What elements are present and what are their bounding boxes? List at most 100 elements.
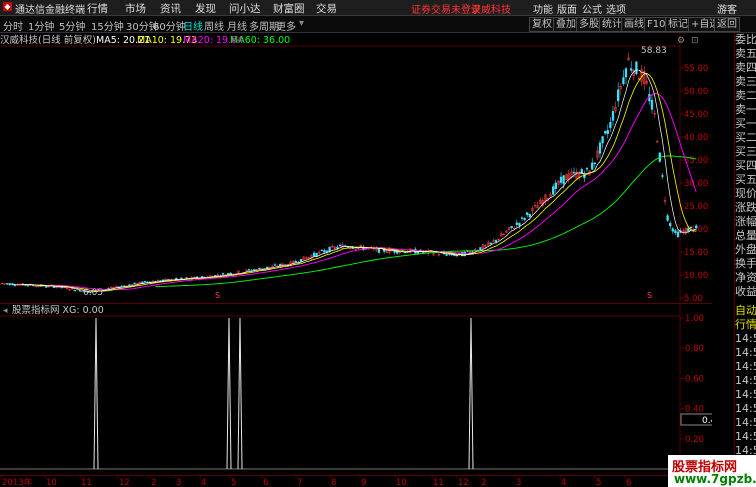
candle-down [622, 77, 625, 85]
quote-panel: 委比 卖五 卖四 卖三 卖二 卖一 买一 买二 买三 买四 买五 现价 涨跌 涨幅 总量 外盘 换手 净资 收益 自… [734, 33, 756, 475]
tick-time: 14:50 [735, 374, 756, 387]
time-tick-label: 12 [458, 478, 469, 487]
candle-down [489, 242, 492, 244]
quote-label: 换手 [735, 257, 756, 270]
candle-down [273, 264, 277, 266]
time-tick-label: 11 [81, 478, 92, 487]
tick-time: 14:50 [735, 430, 756, 443]
price-tick-label: 15.00 [684, 248, 708, 258]
tick-time: 14:50 [735, 346, 756, 359]
tick-time: 14:50 [735, 360, 756, 373]
candle-down [312, 252, 316, 257]
candle-down [604, 131, 607, 134]
indicator-chart[interactable]: ◂ 股票指标网 XG: 0.00 1.00 0.80 0.60 0.40 0.20 0.… [0, 303, 712, 475]
candle-down [606, 130, 609, 134]
quote-label: 买四 [735, 159, 756, 172]
time-tick-label: 5 [231, 478, 236, 487]
candle-down [510, 226, 513, 229]
tick-time: 14:50 [735, 402, 756, 415]
quote-label: 卖五 [735, 47, 756, 60]
time-tick-label: 12 [119, 478, 130, 487]
menu-zixun[interactable]: 资讯 [160, 1, 181, 16]
quote-label: 收益 [735, 285, 756, 298]
expand-icon[interactable]: ⊡ [691, 36, 699, 46]
high-price-label: 58.83 [641, 46, 667, 56]
watermark-logo: 股票指标网 www.7gpzb.com [668, 455, 756, 487]
period-5min[interactable]: 5分钟 [59, 18, 85, 33]
quote-label: 卖二 [735, 89, 756, 102]
btn-fanhui[interactable]: 返回 [714, 17, 740, 32]
quote-labels: 委比 卖五 卖四 卖三 卖二 卖一 买一 买二 买三 买四 买五 现价 涨跌 涨幅 总量 外盘 换手 净资 收益 [735, 33, 756, 299]
time-axis: 2013年 10 11 12 2 3 4 5 6 7 8 9 10 11 12 2 3 4 5 6 [0, 475, 712, 487]
candle-down [227, 273, 230, 275]
candle-down [526, 212, 529, 215]
menu-xuanxiang[interactable]: 选项 [606, 1, 626, 16]
indicator-toggle-icon[interactable]: ◂ [3, 306, 8, 316]
period-1min[interactable]: 1分钟 [28, 18, 54, 33]
menu-banmian[interactable]: 版面 [557, 1, 577, 16]
tick-header[interactable]: 行情 [735, 318, 756, 332]
menu-shichang[interactable]: 市场 [125, 1, 146, 16]
tick-time: 14:50 [735, 332, 756, 345]
candle-down [554, 182, 557, 189]
candle-down [494, 239, 498, 242]
btn-fuquan[interactable]: 复权 [529, 17, 555, 32]
indicator-tick-label: 0.40 [685, 405, 704, 415]
period-60min[interactable]: 60分钟 [153, 18, 186, 33]
indicator-tick-label: 0.20 [685, 435, 704, 445]
candle-down [52, 286, 56, 288]
period-multi[interactable]: 多周期 [249, 18, 279, 33]
candle-down [180, 277, 183, 280]
tick-header[interactable]: 自动 [735, 304, 756, 318]
menu-gongneng[interactable]: 功能 [533, 1, 553, 16]
period-more-chevron-icon[interactable]: ▾ [299, 18, 304, 29]
price-tick-label: 10.00 [684, 271, 708, 281]
candle-down [294, 261, 297, 263]
tick-list: 自动行情14:5014:5014:5014:5014:5014:5014:501… [735, 304, 756, 458]
indicator-tick-label: 0.60 [685, 374, 704, 384]
time-tick-label: 3 [516, 478, 521, 487]
candle-down [128, 284, 131, 287]
menu-gongshi[interactable]: 公式 [582, 1, 602, 16]
price-tick-label: 40.00 [684, 133, 708, 143]
menu-wenxiaoda[interactable]: 问小达 [229, 1, 261, 16]
candle-down [133, 282, 136, 285]
menu-jiaoyi[interactable]: 交易 [316, 1, 337, 16]
candle-down [8, 283, 11, 286]
period-daily[interactable]: 日线 [183, 18, 203, 33]
menu-hangqing[interactable]: 行情 [87, 1, 108, 16]
quote-label: 外盘 [735, 243, 756, 256]
candle-down [591, 162, 594, 170]
time-tick-label: 5 [596, 478, 601, 487]
period-weekly[interactable]: 周线 [204, 18, 224, 33]
candle-down [695, 225, 698, 229]
period-more[interactable]: 更多 [276, 18, 296, 33]
candle-down [336, 246, 339, 249]
candle-down [107, 288, 110, 290]
candle-down [479, 247, 482, 251]
candle-down [611, 111, 615, 121]
settings-gear-icon[interactable]: ⚙ [677, 36, 685, 46]
candle-down [661, 175, 664, 177]
period-fenshi[interactable]: 分时 [3, 18, 23, 33]
candle-down [676, 231, 680, 237]
period-toolbar: 分时 1分钟 5分钟 15分钟 30分钟 60分钟 日线 周线 月线 多周期 更… [0, 16, 756, 33]
time-tick-label: 8 [331, 478, 336, 487]
event-marker-s2: S [647, 291, 652, 300]
user-label[interactable]: 游客 [717, 1, 737, 16]
quote-label: 委比 [735, 33, 756, 46]
stock-title: 汉威科技(日线 前复权) [0, 34, 96, 46]
kline-chart[interactable]: 汉威科技(日线 前复权) MA5: 20.21 MA10: 19.73 MA20… [0, 33, 712, 303]
period-15min[interactable]: 15分钟 [91, 18, 124, 33]
app-logo-icon: ◆ [3, 2, 12, 11]
candle-down [26, 285, 30, 287]
candle-down [320, 249, 323, 252]
period-monthly[interactable]: 月线 [227, 18, 247, 33]
candle-down [266, 266, 269, 269]
menu-caifuquan[interactable]: 财富圈 [273, 1, 305, 16]
candle-down [669, 223, 672, 227]
time-tick-label: 6 [626, 478, 631, 487]
candle-down [617, 89, 620, 102]
time-tick-label: 10 [46, 478, 57, 487]
menu-faxian[interactable]: 发现 [195, 1, 216, 16]
